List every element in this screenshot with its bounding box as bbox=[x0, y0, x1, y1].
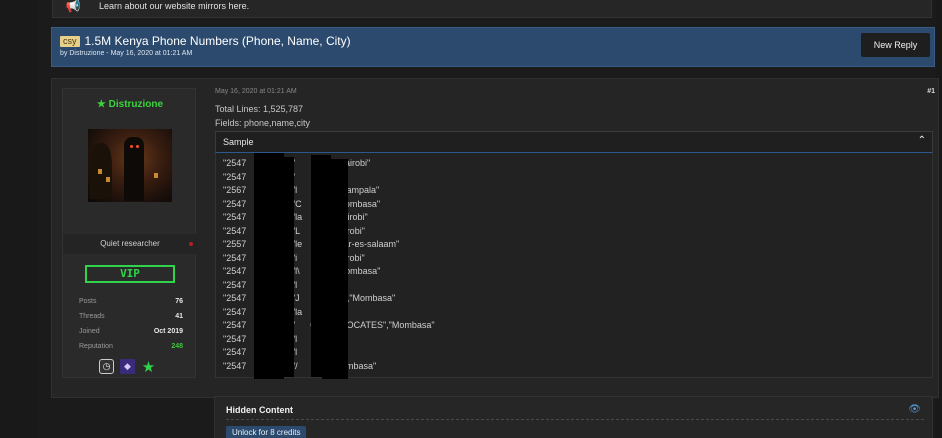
sample-line: "2547 7","/ AR","Mombasa" bbox=[223, 360, 377, 371]
sample-spoiler-toggle[interactable]: Sample ⌃ bbox=[215, 131, 933, 153]
stat-label: Threads bbox=[79, 313, 105, 320]
sample-line: "2547 5"," ke","Nairobi" bbox=[223, 158, 371, 168]
purple-badge-icon[interactable]: ◆ bbox=[120, 359, 135, 374]
spoiler-label: Sample bbox=[223, 137, 254, 147]
username-text[interactable]: Distruzione bbox=[109, 99, 163, 110]
avatar-figure bbox=[124, 137, 144, 201]
vip-rank-badge: VIP bbox=[85, 265, 175, 283]
user-card: ★ Distruzione Quiet researcher VIP Posts… bbox=[62, 88, 197, 378]
avatar-window bbox=[98, 169, 102, 174]
mirrors-notice[interactable]: 📢 Learn about our website mirrors here. bbox=[52, 0, 932, 18]
fields-text: Fields: phone,name,city bbox=[215, 118, 311, 128]
user-title-text: Quiet researcher bbox=[100, 239, 160, 248]
sample-line: "2547 3","C TD","Mombasa" bbox=[223, 198, 381, 209]
offline-status-dot bbox=[189, 242, 193, 246]
green-star-icon[interactable]: ★ bbox=[141, 359, 156, 376]
avatar-window bbox=[106, 177, 110, 182]
stat-reputation: Reputation 248 bbox=[79, 339, 183, 354]
post: ★ Distruzione Quiet researcher VIP Posts… bbox=[51, 78, 939, 398]
thread-prefix-tag: csy bbox=[60, 35, 80, 47]
left-gutter bbox=[0, 0, 37, 438]
clock-badge-icon[interactable]: ◷ bbox=[99, 359, 114, 374]
sample-line: "2567 9","l RCH","Kampala" bbox=[223, 185, 380, 195]
new-reply-button[interactable]: New Reply bbox=[861, 33, 930, 57]
stat-joined: Joined Oct 2019 bbox=[79, 324, 183, 339]
stat-label: Joined bbox=[79, 328, 100, 335]
stat-value[interactable]: 248 bbox=[171, 339, 183, 354]
avatar-eye bbox=[136, 145, 139, 148]
user-title: Quiet researcher bbox=[63, 234, 197, 254]
sample-line: "2547 9","J AMBILI","Mombasa" bbox=[223, 293, 396, 303]
thread-title-text: 1.5M Kenya Phone Numbers (Phone, Name, C… bbox=[84, 34, 351, 48]
eye-icon[interactable]: 👁 bbox=[908, 404, 921, 415]
user-stats: Posts 76 Threads 41 Joined Oct 2019 Repu… bbox=[79, 294, 183, 354]
sample-line: "2547 2","l\ WA","Mombasa" bbox=[223, 266, 381, 276]
unlock-button[interactable]: Unlock for 8 credits bbox=[226, 426, 307, 438]
total-lines-text: Total Lines: 1,525,787 bbox=[215, 104, 304, 114]
post-date[interactable]: May 16, 2020 at 01:21 AM bbox=[215, 88, 297, 95]
notice-text[interactable]: Learn about our website mirrors here. bbox=[99, 1, 249, 11]
avatar-eye bbox=[130, 145, 133, 148]
stat-posts: Posts 76 bbox=[79, 294, 183, 309]
redaction-bar bbox=[322, 159, 348, 379]
avatar-window bbox=[154, 173, 158, 178]
stat-threads: Threads 41 bbox=[79, 309, 183, 324]
post-body: May 16, 2020 at 01:21 AM #1 Total Lines:… bbox=[215, 79, 935, 399]
redaction-bar bbox=[280, 157, 294, 377]
megaphone-icon: 📢 bbox=[65, 0, 81, 13]
hidden-content-title: Hidden Content bbox=[226, 405, 293, 415]
sample-content: "2547 5"," ke","Nairobi" "2547 8"," airo… bbox=[215, 153, 933, 379]
post-number[interactable]: #1 bbox=[927, 88, 935, 95]
divider bbox=[226, 419, 924, 420]
chevron-up-icon[interactable]: ⌃ bbox=[918, 135, 926, 146]
thread-header: csy 1.5M Kenya Phone Numbers (Phone, Nam… bbox=[51, 27, 935, 67]
user-badges: ◷ ◆ ★ bbox=[99, 359, 156, 376]
stat-value: 76 bbox=[175, 298, 183, 305]
stat-label: Reputation bbox=[79, 343, 113, 350]
username[interactable]: ★ Distruzione bbox=[63, 99, 197, 110]
stat-value: Oct 2019 bbox=[153, 328, 183, 335]
hidden-content-box: Hidden Content 👁 Unlock for 8 credits bbox=[214, 396, 933, 438]
thread-meta: by Distruzione - May 16, 2020 at 01:21 A… bbox=[60, 50, 193, 57]
stat-value: 41 bbox=[175, 313, 183, 320]
avatar[interactable] bbox=[88, 129, 172, 202]
stat-label: Posts bbox=[79, 298, 97, 305]
thread-title: csy 1.5M Kenya Phone Numbers (Phone, Nam… bbox=[60, 34, 351, 48]
